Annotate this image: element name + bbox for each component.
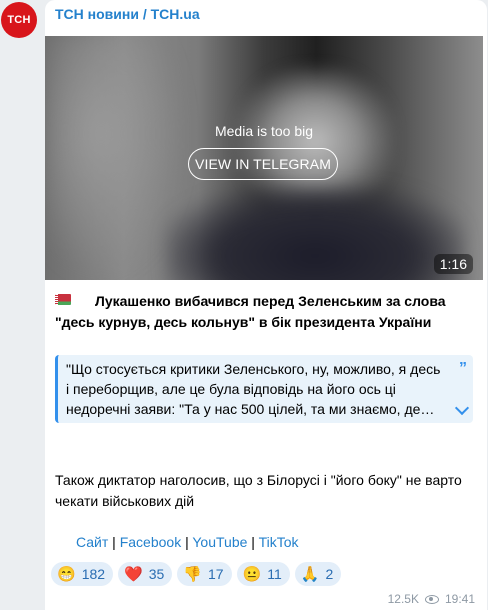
post-headline: Лукашенко вибачився перед Зеленським за …: [55, 293, 446, 330]
reaction-count: 2: [325, 566, 334, 582]
expand-chevron-icon[interactable]: [454, 400, 470, 416]
quote-mark-icon: ”: [459, 360, 467, 377]
reaction-count: 11: [267, 566, 282, 582]
reaction-pray[interactable]: 🙏 2: [294, 562, 342, 586]
link-separator: |: [108, 534, 120, 550]
media-blur-bottom: [165, 186, 465, 280]
message-time: 19:41: [444, 592, 475, 606]
reaction-thumbs-down[interactable]: 👎 17: [177, 562, 232, 586]
reaction-neutral[interactable]: 😐 11: [236, 562, 290, 586]
link-tiktok[interactable]: TikTok: [259, 534, 299, 550]
link-separator: |: [181, 534, 193, 550]
reaction-grin[interactable]: 😁 182: [51, 562, 114, 586]
channel-avatar[interactable]: TCH: [1, 2, 37, 38]
reactions-bar: 😁 182 ❤️ 35 👎 17 😐 11 🙏 2: [51, 562, 342, 586]
link-site[interactable]: Сайт: [76, 534, 108, 550]
pray-emoji-icon: 🙏: [300, 565, 320, 583]
quote-block[interactable]: "Що стосується критики Зеленського, ну, …: [55, 355, 473, 423]
thumbs-down-emoji-icon: 👎: [183, 565, 202, 583]
post-body: Також диктатор наголосив, що з Білорусі …: [55, 472, 462, 509]
reaction-count: 182: [81, 566, 106, 582]
message-bubble: ТСН новини / TCH.ua Media is too big VIE…: [45, 0, 487, 610]
link-separator: |: [247, 534, 259, 550]
message-meta: 12.5K 19:41: [388, 592, 475, 606]
heart-emoji-icon: ❤️: [124, 565, 143, 583]
media-too-big-text: Media is too big: [214, 123, 314, 139]
reaction-heart[interactable]: ❤️ 35: [118, 562, 173, 586]
quote-text: "Що стосується критики Зеленського, ну, …: [66, 361, 441, 417]
grin-emoji-icon: 😁: [57, 565, 76, 583]
eye-icon: [424, 594, 439, 604]
avatar-text: TCH: [7, 14, 31, 26]
view-count: 12.5K: [387, 592, 419, 606]
reaction-count: 17: [208, 566, 224, 582]
view-in-telegram-button[interactable]: VIEW IN TELEGRAM: [188, 148, 338, 180]
neutral-face-emoji-icon: 😐: [242, 565, 262, 583]
link-youtube[interactable]: YouTube: [192, 534, 247, 550]
reaction-count: 35: [148, 566, 165, 582]
media-blur-left: [45, 36, 185, 280]
link-facebook[interactable]: Facebook: [120, 534, 181, 550]
links-row: Сайт | Facebook | YouTube | TikTok: [76, 534, 299, 550]
media-preview[interactable]: Media is too big VIEW IN TELEGRAM 1:16: [45, 36, 483, 280]
channel-name[interactable]: ТСН новини / TCH.ua: [55, 6, 200, 22]
video-duration: 1:16: [433, 254, 473, 274]
